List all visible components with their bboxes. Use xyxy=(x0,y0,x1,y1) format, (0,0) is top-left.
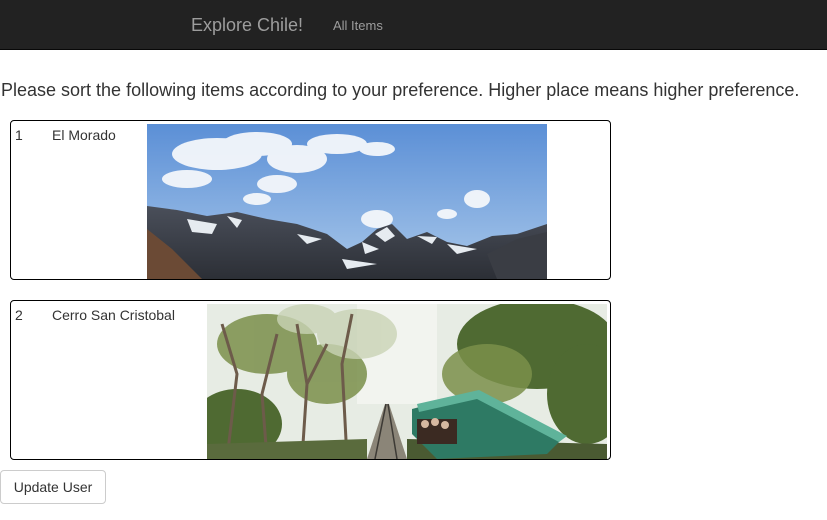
item-rank: 2 xyxy=(15,307,23,323)
sortable-item[interactable]: 1 El Morado xyxy=(10,120,611,280)
update-user-button[interactable]: Update User xyxy=(0,470,106,504)
item-name: El Morado xyxy=(52,127,116,143)
instructions-text: Please sort the following items accordin… xyxy=(1,80,800,100)
item-rank: 1 xyxy=(15,127,23,143)
brand-link[interactable]: Explore Chile! xyxy=(191,14,303,36)
nav-link-all-items[interactable]: All Items xyxy=(333,17,383,34)
mountain-photo xyxy=(147,124,547,279)
funicular-photo xyxy=(207,304,607,459)
item-name: Cerro San Cristobal xyxy=(52,307,175,323)
navbar: Explore Chile! All Items xyxy=(0,0,827,50)
sortable-item[interactable]: 2 Cerro San Cristobal xyxy=(10,300,611,460)
